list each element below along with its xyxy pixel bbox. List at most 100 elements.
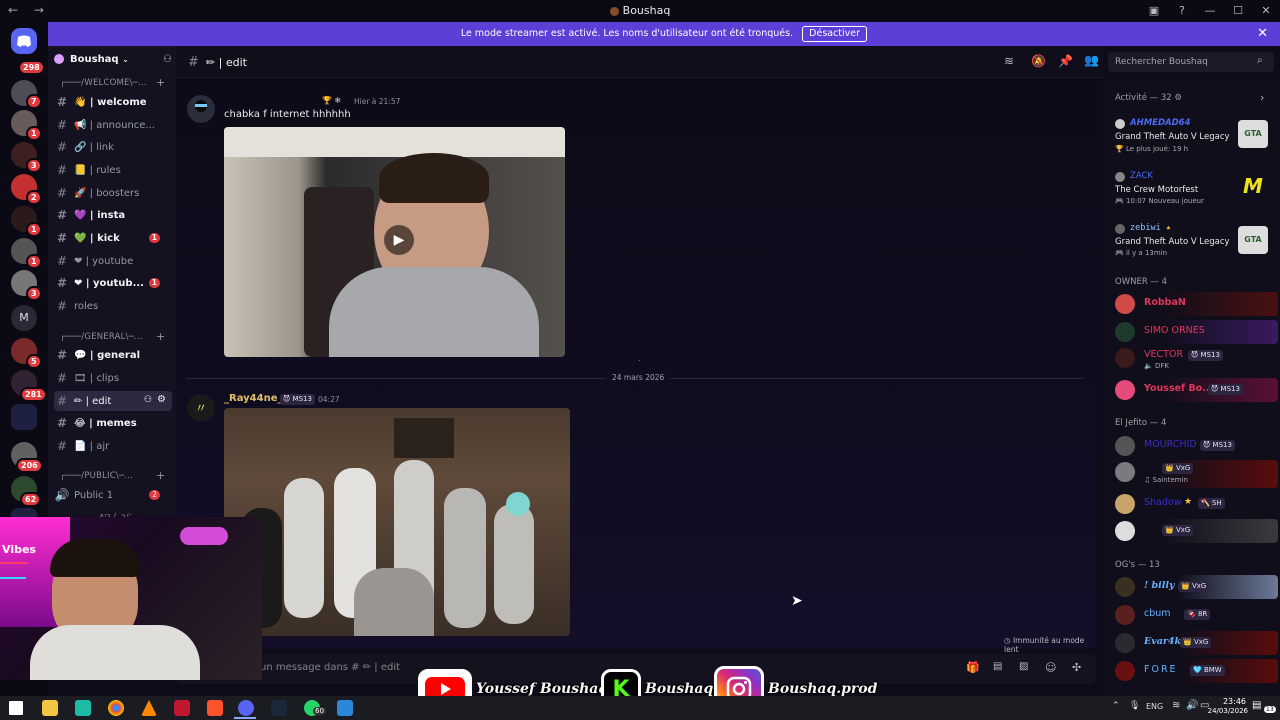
- discord-home-icon[interactable]: [11, 28, 37, 54]
- guild-tag[interactable]: 😈 MS13: [280, 394, 315, 405]
- neon-sign: Vibes: [2, 543, 36, 556]
- gear-icon[interactable]: ⚙: [157, 394, 166, 405]
- kick-handle: Boushaq: [645, 681, 714, 697]
- channel-ajr[interactable]: # 📄 | ajr: [54, 436, 172, 456]
- member-row[interactable]: cbum 🍫 8R: [1112, 603, 1278, 627]
- unread-badge: 1: [26, 254, 42, 269]
- voice-channel-public-1[interactable]: 🔊 Public 12: [54, 485, 172, 505]
- play-icon[interactable]: ▶: [384, 225, 414, 255]
- app-icon[interactable]: [75, 700, 91, 716]
- channel-announcements[interactable]: # 📢 | announce...: [54, 115, 172, 135]
- emoji-icon[interactable]: ☺: [1045, 661, 1056, 674]
- author-avatar[interactable]: [187, 95, 215, 123]
- chat-area[interactable]: 🏆 ❄ Hier à 21:57 chabka f internet hhhhh…: [176, 78, 1096, 654]
- close-icon[interactable]: ✕: [1257, 22, 1268, 46]
- category-public[interactable]: ┌───/PUBLIC\─...: [60, 471, 133, 481]
- channel-link[interactable]: # 🔗 | link: [54, 137, 172, 157]
- gif-icon[interactable]: ▤: [993, 661, 1002, 672]
- gift-icon[interactable]: 🎁: [966, 661, 980, 674]
- mic-icon[interactable]: 🎙: [1129, 701, 1140, 711]
- disable-streamer-button[interactable]: Désactiver: [802, 26, 868, 42]
- channel-youtube[interactable]: # ❤ | youtube: [54, 251, 172, 271]
- apps-icon[interactable]: ✣: [1072, 661, 1081, 674]
- member-list-icon[interactable]: 👥: [1084, 53, 1099, 67]
- channel-general[interactable]: # 💬 | general: [54, 345, 172, 365]
- maximize-button[interactable]: ☐: [1224, 0, 1252, 22]
- file-explorer-icon[interactable]: [42, 700, 58, 716]
- member-row[interactable]: VECTOR 😈 MS13 🔈 DFK: [1112, 346, 1278, 374]
- wifi-icon[interactable]: ≋: [1172, 700, 1180, 711]
- threads-icon[interactable]: ≋: [1004, 54, 1014, 68]
- channel-welcome[interactable]: # 👋 | welcome: [54, 92, 172, 112]
- pin-icon[interactable]: 📌: [1058, 54, 1073, 68]
- server-header[interactable]: Boushaq ⌄ ⚇: [54, 54, 172, 70]
- activity-user[interactable]: zebiwi ★: [1130, 223, 1171, 233]
- video-attachment[interactable]: ▶: [224, 127, 565, 357]
- inbox-icon[interactable]: ▣: [1140, 0, 1168, 22]
- chevron-right-icon[interactable]: ›: [1260, 91, 1264, 104]
- activity-user[interactable]: ZACK: [1130, 171, 1153, 181]
- vlc-icon[interactable]: [141, 700, 157, 716]
- category-welcome[interactable]: ┌───/WELCOME\─...: [60, 78, 147, 88]
- app-icon[interactable]: [174, 700, 190, 716]
- member-row[interactable]: SIMO ORNES: [1112, 320, 1278, 344]
- discord-taskbar-icon[interactable]: [238, 700, 254, 716]
- add-channel-icon[interactable]: +: [156, 76, 165, 89]
- member-row[interactable]: Shadow ★ 🪓 SH: [1112, 492, 1278, 516]
- member-row[interactable]: ! billy 👑 VxG: [1112, 575, 1278, 599]
- speaker-icon: 🔊: [54, 488, 70, 502]
- chrome-icon[interactable]: [108, 700, 124, 716]
- mention-badge: 1: [148, 233, 160, 243]
- steam-icon[interactable]: [271, 700, 287, 716]
- unread-badge: 7: [26, 94, 42, 109]
- member-row[interactable]: MOURCHID 😈 MS13: [1112, 434, 1278, 458]
- add-channel-icon[interactable]: +: [156, 469, 165, 482]
- activity-user[interactable]: AHMEDAD64: [1130, 118, 1190, 128]
- channel-youtube-2[interactable]: # ❤ | youtub... 1: [54, 273, 172, 293]
- tray-lang[interactable]: ENG: [1146, 702, 1163, 711]
- close-window-button[interactable]: ✕: [1252, 0, 1280, 22]
- member-list: Activité — 32 ⚙ › AHMEDAD64 Grand Theft …: [1104, 78, 1280, 696]
- brave-icon[interactable]: [207, 700, 223, 716]
- member-row[interactable]: 👑 VxG: [1112, 519, 1278, 543]
- invite-icon[interactable]: ⚇: [144, 395, 152, 405]
- channel-rules[interactable]: # 📒 | rules: [54, 160, 172, 180]
- avatar: [1115, 380, 1135, 400]
- member-row[interactable]: 👑 VxG ♫ Saintemin: [1112, 460, 1278, 488]
- channel-header: # ✏ | edit ≋ 🔕 📌 👥: [176, 46, 1104, 78]
- guild-letter-icon[interactable]: M: [11, 305, 37, 331]
- mute-bell-icon[interactable]: 🔕: [1031, 54, 1046, 68]
- notification-icon[interactable]: ▤: [1252, 700, 1261, 711]
- member-row[interactable]: Evar4k 👑 VxG: [1112, 631, 1278, 655]
- author-avatar[interactable]: 〃: [187, 394, 215, 422]
- add-member-icon[interactable]: ⚇: [163, 54, 172, 65]
- channel-clips[interactable]: # 🎞 | clips: [54, 368, 172, 388]
- channel-insta[interactable]: # 💜 | insta: [54, 205, 172, 225]
- app-icon[interactable]: [337, 700, 353, 716]
- clock-date[interactable]: 24/03/2026: [1200, 707, 1248, 715]
- help-icon[interactable]: ?: [1168, 0, 1196, 22]
- clock-time[interactable]: 23:46: [1212, 697, 1246, 706]
- category-general[interactable]: ┌───/GENERAL\─...: [60, 332, 143, 342]
- message-input-placeholder: un message dans # ✏ | edit: [260, 662, 401, 673]
- folder-icon[interactable]: [11, 404, 37, 430]
- search-input[interactable]: Rechercher Boushaq: [1108, 52, 1274, 72]
- channel-memes[interactable]: # 😂 | memes: [54, 413, 172, 433]
- channel-kick[interactable]: # 💚 | kick 1: [54, 228, 172, 248]
- add-channel-icon[interactable]: +: [156, 330, 165, 343]
- tray-chevron-icon[interactable]: ⌃: [1112, 701, 1120, 711]
- hash-icon: #: [56, 231, 68, 245]
- sticker-icon[interactable]: ▨: [1019, 661, 1028, 672]
- unread-badge: 5: [26, 354, 42, 369]
- channel-boosters[interactable]: # 🚀 | boosters: [54, 183, 172, 203]
- member-row[interactable]: FORE 🩵 BMW: [1112, 659, 1278, 683]
- volume-icon[interactable]: 🔊: [1186, 700, 1198, 711]
- windows-start-icon[interactable]: [9, 701, 23, 715]
- channel-roles[interactable]: # roles: [54, 296, 172, 316]
- image-attachment[interactable]: [224, 408, 570, 636]
- minimize-button[interactable]: —: [1196, 0, 1224, 22]
- member-row[interactable]: RobbaN: [1112, 292, 1278, 316]
- channel-edit[interactable]: # ✏ | edit ⚇ ⚙: [54, 391, 172, 411]
- message-author[interactable]: _Ray44ne_: [224, 393, 282, 404]
- member-row[interactable]: Youssef Bo... 😈 MS13: [1112, 378, 1278, 402]
